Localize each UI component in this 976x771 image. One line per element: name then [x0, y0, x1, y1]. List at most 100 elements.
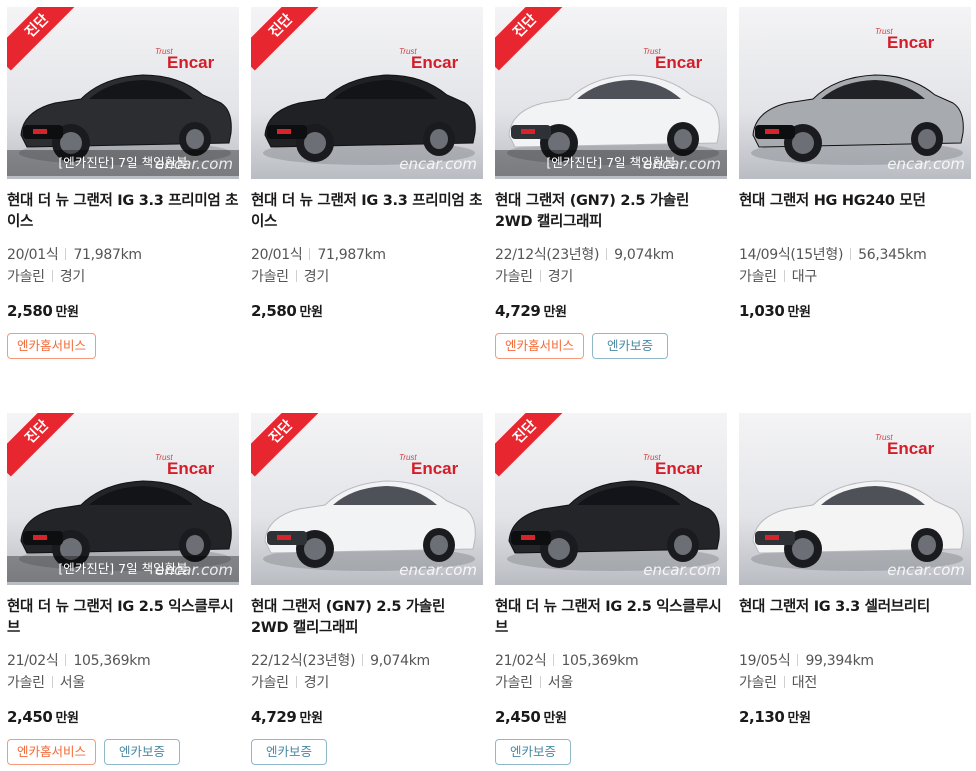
- price-unit: 만원: [299, 711, 323, 726]
- price: 2,450 만원: [7, 707, 79, 726]
- region: 대구: [791, 269, 817, 285]
- price: 4,729 만원: [251, 707, 323, 726]
- listing-title[interactable]: 현대 그랜저 IG 3.3 셀러브리티: [739, 597, 971, 618]
- price-value: 2,130: [739, 708, 785, 726]
- encar-logo: Trust Encar: [875, 27, 934, 53]
- logo-text: Encar: [167, 53, 215, 72]
- price-value: 2,580: [251, 302, 297, 320]
- listing-title[interactable]: 현대 그랜저 (GN7) 2.5 가솔린 2WD 캘리그래피: [495, 191, 727, 233]
- encar-warranty-badge[interactable]: 엔카보증: [104, 739, 181, 765]
- listing-card[interactable]: Trust Encar [엔카진단] 7일 책임환불 encar.com 진단현대 그랜…: [495, 7, 727, 359]
- price-unit: 만원: [787, 711, 811, 726]
- region: 서울: [59, 675, 85, 691]
- mileage: 56,345km: [858, 247, 927, 263]
- spec-fuel-region: 가솔린 서울: [495, 672, 573, 692]
- mileage: 105,369km: [561, 653, 639, 669]
- divider: [539, 676, 541, 688]
- car-photo[interactable]: Trust Encar [엔카진단] 7일 책임환불 encar.com 진단: [7, 7, 239, 179]
- car-photo[interactable]: Trust Encar encar.com 진단: [251, 413, 483, 585]
- listing-card[interactable]: Trust Encar [엔카진단] 7일 책임환불 encar.com 진단현대 더 …: [7, 7, 239, 359]
- listing-card[interactable]: Trust Encar encar.com 현대 그랜저 IG 3.3 셀러브리티 19…: [739, 413, 971, 726]
- spec-fuel-region: 가솔린 대구: [739, 266, 817, 286]
- encar-logo: Trust Encar: [155, 47, 215, 73]
- car-photo[interactable]: Trust Encar [엔카진단] 7일 책임환불 encar.com 진단: [495, 7, 727, 179]
- encar-watermark: encar.com: [399, 561, 477, 579]
- price-unit: 만원: [55, 305, 79, 320]
- spec-year-mileage: 19/05식 99,394km: [739, 650, 874, 670]
- encar-logo: Trust Encar: [399, 453, 458, 479]
- encar-watermark: encar.com: [643, 155, 721, 173]
- spec-year-mileage: 20/01식 71,987km: [7, 244, 142, 264]
- car-photo-image: [739, 413, 971, 585]
- car-photo[interactable]: Trust Encar encar.com 진단: [251, 7, 483, 179]
- divider: [65, 654, 67, 666]
- fuel-type: 가솔린: [251, 269, 289, 285]
- encar-warranty-badge[interactable]: 엔카보증: [592, 333, 669, 359]
- price: 2,130 만원: [739, 707, 811, 726]
- model-year: 21/02식: [7, 653, 59, 669]
- price: 1,030 만원: [739, 301, 811, 320]
- divider: [850, 248, 852, 260]
- divider: [783, 270, 785, 282]
- encar-home-service-badge[interactable]: 엔카홈서비스: [7, 739, 97, 765]
- model-year: 20/01식: [251, 247, 303, 263]
- region: 경기: [547, 269, 573, 285]
- encar-watermark: encar.com: [155, 155, 233, 173]
- price-unit: 만원: [787, 305, 811, 320]
- mileage: 71,987km: [317, 247, 386, 263]
- encar-home-service-badge[interactable]: 엔카홈서비스: [495, 333, 585, 359]
- region: 대전: [791, 675, 817, 691]
- divider: [51, 270, 53, 282]
- encar-watermark: encar.com: [887, 155, 965, 173]
- price-unit: 만원: [299, 305, 323, 320]
- spec-fuel-region: 가솔린 서울: [7, 672, 85, 692]
- spec-year-mileage: 22/12식(23년형) 9,074km: [251, 650, 430, 670]
- price-value: 2,580: [7, 302, 53, 320]
- encar-logo: Trust Encar: [875, 433, 934, 459]
- logo-text: Encar: [411, 53, 459, 72]
- model-year: 20/01식: [7, 247, 59, 263]
- service-badges: 엔카보증: [495, 739, 572, 765]
- car-photo[interactable]: Trust Encar encar.com 진단: [495, 413, 727, 585]
- encar-logo: Trust Encar: [643, 453, 702, 479]
- logo-text: Encar: [167, 459, 215, 478]
- divider: [539, 270, 541, 282]
- car-photo-image: [739, 7, 971, 179]
- spec-fuel-region: 가솔린 대전: [739, 672, 817, 692]
- listing-title[interactable]: 현대 그랜저 HG HG240 모던: [739, 191, 971, 212]
- spec-year-mileage: 21/02식 105,369km: [7, 650, 151, 670]
- mileage: 105,369km: [73, 653, 151, 669]
- spec-year-mileage: 20/01식 71,987km: [251, 244, 386, 264]
- listing-card[interactable]: Trust Encar encar.com 진단 현대 그랜저 (GN7) 2.5 가솔…: [251, 413, 483, 765]
- car-photo[interactable]: Trust Encar encar.com: [739, 7, 971, 179]
- listing-card[interactable]: Trust Encar encar.com 진단현대 더 뉴 그랜저 IG 2.5 익…: [495, 413, 727, 765]
- region: 경기: [303, 675, 329, 691]
- divider: [606, 248, 608, 260]
- listing-card[interactable]: Trust Encar encar.com 현대 그랜저 HG HG240 모던 14/…: [739, 7, 971, 320]
- spec-fuel-region: 가솔린 경기: [7, 266, 85, 286]
- spec-year-mileage: 21/02식 105,369km: [495, 650, 639, 670]
- model-year: 22/12식(23년형): [495, 247, 600, 263]
- fuel-type: 가솔린: [7, 675, 45, 691]
- price-value: 2,450: [495, 708, 541, 726]
- encar-warranty-badge[interactable]: 엔카보증: [251, 739, 328, 765]
- encar-logo: Trust Encar: [399, 47, 459, 73]
- car-photo[interactable]: Trust Encar encar.com: [739, 413, 971, 585]
- encar-logo: Trust Encar: [643, 47, 702, 73]
- price: 4,729 만원: [495, 301, 567, 320]
- listing-title[interactable]: 현대 더 뉴 그랜저 IG 2.5 익스클루시브: [7, 597, 239, 639]
- encar-warranty-badge[interactable]: 엔카보증: [495, 739, 572, 765]
- listing-card[interactable]: Trust Encar encar.com 진단현대 더 뉴 그랜저 IG 3.3 프…: [251, 7, 483, 320]
- listing-title[interactable]: 현대 더 뉴 그랜저 IG 3.3 프리미엄 초이스: [251, 191, 483, 233]
- mileage: 9,074km: [614, 247, 674, 263]
- listing-title[interactable]: 현대 더 뉴 그랜저 IG 2.5 익스클루시브: [495, 597, 727, 639]
- price: 2,580 만원: [7, 301, 79, 320]
- service-badges: 엔카홈서비스: [7, 333, 97, 359]
- listing-title[interactable]: 현대 더 뉴 그랜저 IG 3.3 프리미엄 초이스: [7, 191, 239, 233]
- encar-home-service-badge[interactable]: 엔카홈서비스: [7, 333, 97, 359]
- car-photo[interactable]: Trust Encar [엔카진단] 7일 책임환불 encar.com 진단: [7, 413, 239, 585]
- divider: [362, 654, 364, 666]
- service-badges: 엔카홈서비스 엔카보증: [495, 333, 669, 359]
- listing-title[interactable]: 현대 그랜저 (GN7) 2.5 가솔린 2WD 캘리그래피: [251, 597, 483, 639]
- listing-card[interactable]: Trust Encar [엔카진단] 7일 책임환불 encar.com 진단현대 더 …: [7, 413, 239, 765]
